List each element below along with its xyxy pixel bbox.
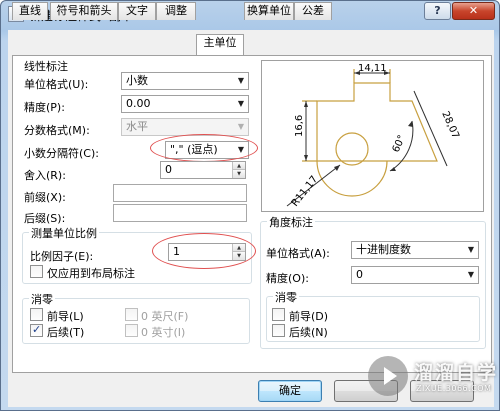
fraction-format-value: 水平 — [126, 120, 148, 133]
unit-format-value: 小数 — [126, 74, 148, 87]
preview-dim-radius: R11,17 — [290, 174, 321, 209]
chevron-down-icon: ▼ — [237, 99, 245, 108]
unit-format-select[interactable]: 小数 ▼ — [121, 72, 249, 90]
preview-dim-right: 28,07 — [439, 110, 461, 141]
chevron-down-icon: ▼ — [237, 76, 245, 85]
leading-zero-label: 前导(L) — [47, 310, 84, 323]
leading-zero-checkbox[interactable] — [30, 308, 43, 321]
tab-text[interactable]: 文字 — [118, 2, 156, 20]
suffix-label: 后缀(S): — [24, 212, 66, 225]
chevron-down-icon: ▼ — [467, 245, 475, 254]
round-off-value: 0 — [165, 163, 172, 176]
preview-arc — [316, 160, 388, 197]
close-button[interactable]: ✕ — [452, 2, 495, 20]
tab-symbols-arrows[interactable]: 符号和箭头 — [50, 2, 118, 20]
spin-up-icon[interactable]: ▲ — [232, 244, 245, 252]
precision-label: 精度(P): — [24, 101, 65, 114]
tab-lines[interactable]: 直线 — [12, 2, 48, 20]
help-dialog-button[interactable] — [410, 380, 474, 402]
angular-precision-value: 0 — [356, 268, 363, 281]
angular-trailing-checkbox[interactable] — [272, 324, 285, 337]
feet-zero-label: 0 英尺(F) — [141, 310, 189, 323]
tab-alternate-units[interactable]: 换算单位 — [244, 2, 294, 20]
measurement-scale-title: 测量单位比例 — [29, 225, 99, 241]
decimal-separator-select[interactable]: "," (逗点) ▼ — [165, 141, 249, 159]
preview-part-outline — [316, 82, 438, 162]
apply-layout-label: 仅应用到布局标注 — [47, 267, 135, 280]
feet-zero-checkbox[interactable] — [125, 308, 138, 321]
fraction-format-select[interactable]: 水平 ▼ — [121, 118, 249, 136]
chevron-down-icon: ▼ — [237, 122, 245, 131]
tab-primary-units[interactable]: 主单位 — [196, 34, 244, 55]
apply-layout-checkbox[interactable] — [30, 265, 43, 278]
precision-select[interactable]: 0.00 ▼ — [121, 95, 249, 113]
linear-group-title: 线性标注 — [24, 60, 68, 73]
prefix-input[interactable] — [113, 184, 247, 202]
arrowhead-icon — [304, 101, 308, 107]
dimension-preview: 14,11 16,6 28,07 60° R11,17 — [261, 60, 484, 212]
preview-circle — [335, 132, 369, 166]
fraction-format-label: 分数格式(M): — [24, 124, 90, 137]
arrowhead-icon — [334, 165, 340, 171]
scale-factor-label: 比例因子(E): — [30, 250, 94, 263]
angular-precision-label: 精度(O): — [266, 272, 309, 285]
angular-zero-title: 消零 — [273, 289, 299, 305]
tab-fit[interactable]: 调整 — [156, 2, 196, 20]
angular-precision-select[interactable]: 0 ▼ — [351, 266, 479, 284]
chevron-down-icon: ▼ — [467, 270, 475, 279]
preview-dim-line-right — [413, 90, 448, 167]
angular-leading-label: 前导(D) — [289, 310, 329, 323]
precision-value: 0.00 — [126, 97, 151, 110]
unit-format-label: 单位格式(U): — [24, 78, 89, 91]
suffix-input[interactable] — [113, 204, 247, 222]
preview-drawing: 14,11 16,6 28,07 60° R11,17 — [286, 63, 461, 209]
preview-dim-top: 14,11 — [358, 63, 387, 74]
spin-up-icon[interactable]: ▲ — [232, 162, 245, 170]
angular-leading-checkbox[interactable] — [272, 308, 285, 321]
tab-tolerances[interactable]: 公差 — [294, 2, 332, 20]
angular-group-title: 角度标注 — [267, 214, 315, 230]
angular-unit-format-label: 单位格式(A): — [266, 247, 330, 260]
cancel-button[interactable] — [334, 380, 398, 402]
check-icon: ✓ — [32, 323, 42, 336]
angular-trailing-label: 后续(N) — [289, 326, 328, 339]
trailing-zero-checkbox[interactable]: ✓ — [30, 323, 43, 337]
round-off-label: 舍入(R): — [24, 169, 66, 182]
inches-zero-label: 0 英寸(I) — [141, 326, 186, 339]
prefix-label: 前缀(X): — [24, 191, 66, 204]
help-button[interactable]: ? — [424, 2, 451, 20]
ok-button[interactable]: 确定 — [258, 380, 322, 402]
scale-factor-spinner[interactable]: 1 ▲ ▼ — [168, 243, 246, 261]
decimal-separator-label: 小数分隔符(C): — [24, 147, 99, 160]
round-off-spinner[interactable]: 0 ▲ ▼ — [160, 161, 246, 179]
spin-down-icon[interactable]: ▼ — [232, 170, 245, 178]
scale-factor-value: 1 — [173, 245, 180, 258]
zero-suppression-title: 消零 — [29, 291, 55, 307]
arrowhead-icon — [304, 155, 308, 161]
preview-dim-left: 16,6 — [294, 115, 305, 137]
angular-unit-format-value: 十进制度数 — [356, 243, 411, 256]
chevron-down-icon: ▼ — [237, 145, 245, 154]
angular-unit-format-select[interactable]: 十进制度数 ▼ — [351, 241, 479, 259]
trailing-zero-label: 后续(T) — [47, 326, 85, 339]
spin-down-icon[interactable]: ▼ — [232, 252, 245, 260]
inches-zero-checkbox[interactable] — [125, 324, 138, 337]
decimal-separator-value: "," (逗点) — [170, 143, 218, 156]
preview-dim-angle: 60° — [391, 134, 408, 155]
